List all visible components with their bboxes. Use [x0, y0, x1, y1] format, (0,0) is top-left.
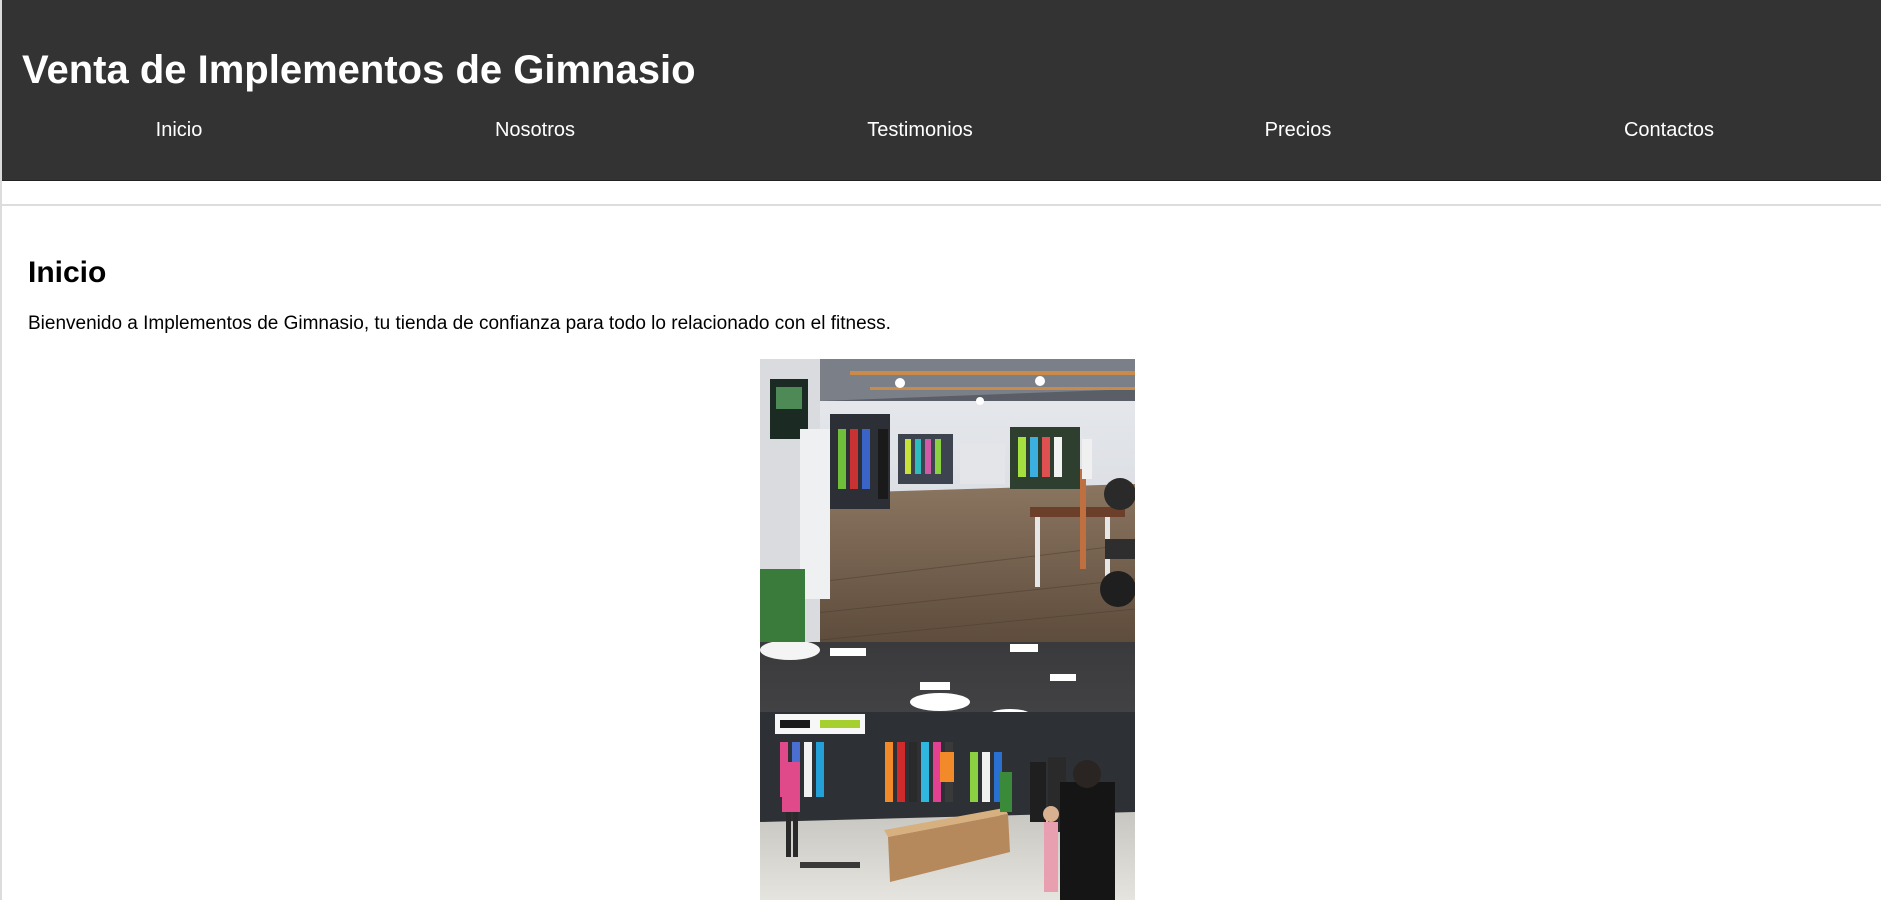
nav-item-precios[interactable]: Precios — [1265, 114, 1332, 146]
nav-item-nosotros[interactable]: Nosotros — [495, 114, 575, 146]
section-title: Inicio — [28, 256, 107, 289]
site-header: Venta de Implementos de Gimnasio Inicio … — [2, 0, 1881, 181]
store-photo-interior — [760, 359, 1135, 642]
main-content: Inicio Bienvenido a Implementos de Gimna… — [2, 207, 1881, 900]
nav-item-contactos[interactable]: Contactos — [1624, 114, 1714, 146]
site-title: Venta de Implementos de Gimnasio — [22, 48, 696, 92]
header-spacer — [2, 181, 1881, 206]
intro-paragraph: Bienvenido a Implementos de Gimnasio, tu… — [28, 313, 891, 334]
nav-item-inicio[interactable]: Inicio — [156, 114, 203, 146]
nav-item-testimonios[interactable]: Testimonios — [867, 114, 973, 146]
page: Venta de Implementos de Gimnasio Inicio … — [0, 0, 1881, 900]
main-nav: Inicio Nosotros Testimonios Precios Cont… — [2, 114, 1881, 146]
store-photo-showroom — [760, 642, 1135, 900]
